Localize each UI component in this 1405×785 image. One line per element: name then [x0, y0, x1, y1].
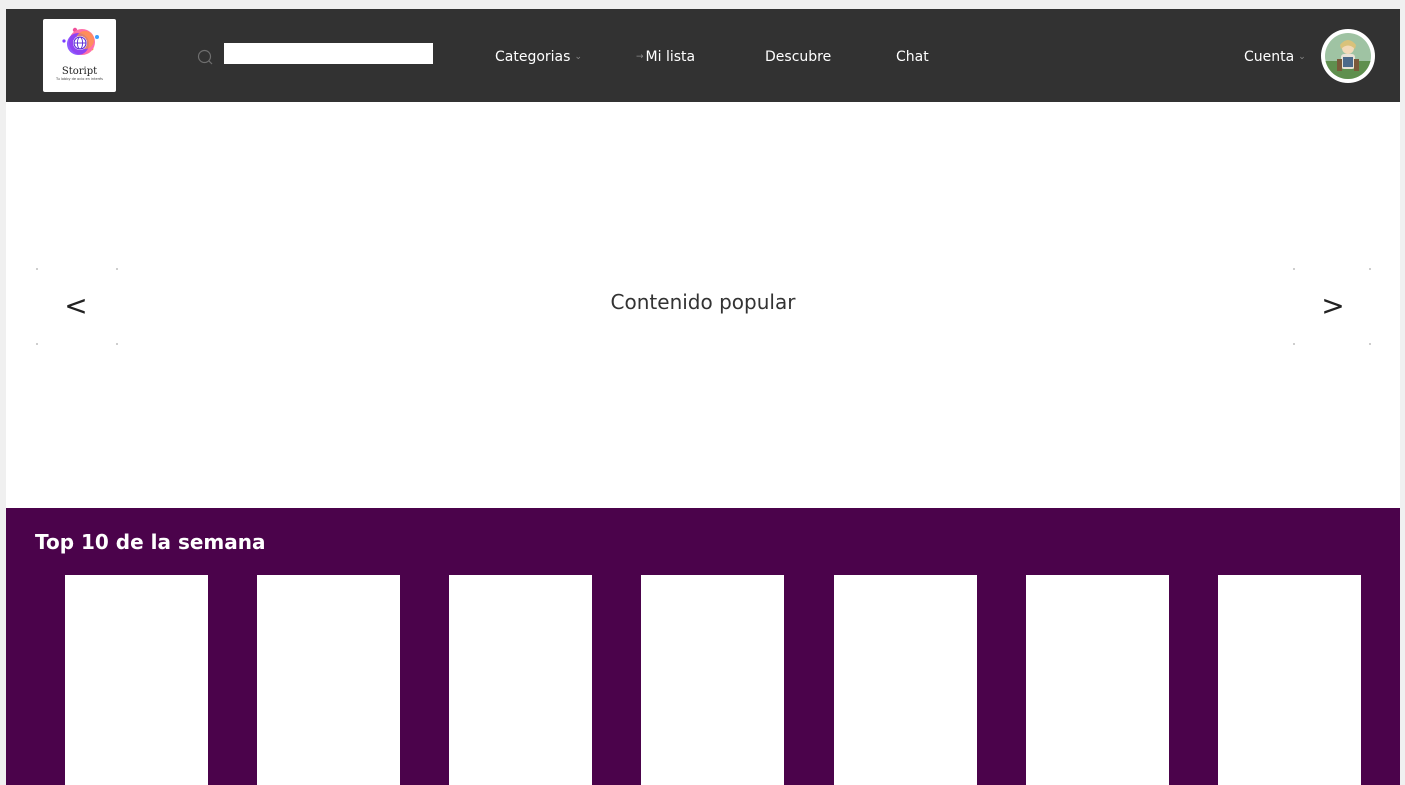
app-frame: Stoript Tu lobby de ocio en interés Cate… [6, 9, 1400, 785]
top10-card[interactable] [65, 575, 208, 785]
avatar-image [1325, 33, 1371, 79]
chevron-down-icon: ⌄ [1298, 52, 1306, 62]
search-input[interactable] [224, 43, 433, 64]
top10-card[interactable] [1026, 575, 1169, 785]
nav-categorias[interactable]: Categorias ⌄ [495, 49, 582, 65]
top10-card[interactable] [1218, 575, 1361, 785]
nav-chat[interactable]: Chat [896, 49, 929, 65]
navbar: Stoript Tu lobby de ocio en interés Cate… [6, 9, 1400, 102]
brand-logo[interactable]: Stoript Tu lobby de ocio en interés [43, 19, 116, 92]
carousel-title: Contenido popular [610, 290, 796, 314]
brand-name: Stoript [61, 66, 98, 77]
carousel-dot [1369, 343, 1371, 345]
top10-card[interactable] [834, 575, 977, 785]
nav-descubre[interactable]: Descubre [765, 49, 831, 65]
carousel-next-button[interactable]: > [1291, 267, 1375, 343]
top10-card[interactable] [257, 575, 400, 785]
popular-carousel: < Contenido popular > [6, 102, 1400, 508]
brand-tagline: Tu lobby de ocio en interés [56, 77, 103, 81]
nav-mi-lista[interactable]: → Mi lista [636, 49, 695, 65]
top10-title: Top 10 de la semana [35, 530, 266, 554]
carousel-dot [36, 343, 38, 345]
arrow-right-icon: → [636, 52, 644, 62]
carousel-dot [116, 343, 118, 345]
avatar[interactable] [1321, 29, 1375, 83]
nav-descubre-label: Descubre [765, 49, 832, 65]
chevron-down-icon: ⌄ [574, 52, 582, 62]
nav-chat-label: Chat [896, 49, 929, 65]
nav-cuenta-label: Cuenta [1244, 49, 1295, 65]
nav-mi-lista-label: Mi lista [645, 49, 696, 65]
nav-categorias-label: Categorias [495, 49, 571, 65]
search-icon[interactable] [197, 49, 213, 65]
top10-card[interactable] [641, 575, 784, 785]
top10-section: Top 10 de la semana [6, 508, 1400, 785]
top10-cards [6, 575, 1400, 785]
top10-card[interactable] [449, 575, 592, 785]
nav-cuenta[interactable]: Cuenta ⌄ [1244, 49, 1306, 65]
logo-icon [61, 27, 99, 55]
carousel-dot [1293, 343, 1295, 345]
